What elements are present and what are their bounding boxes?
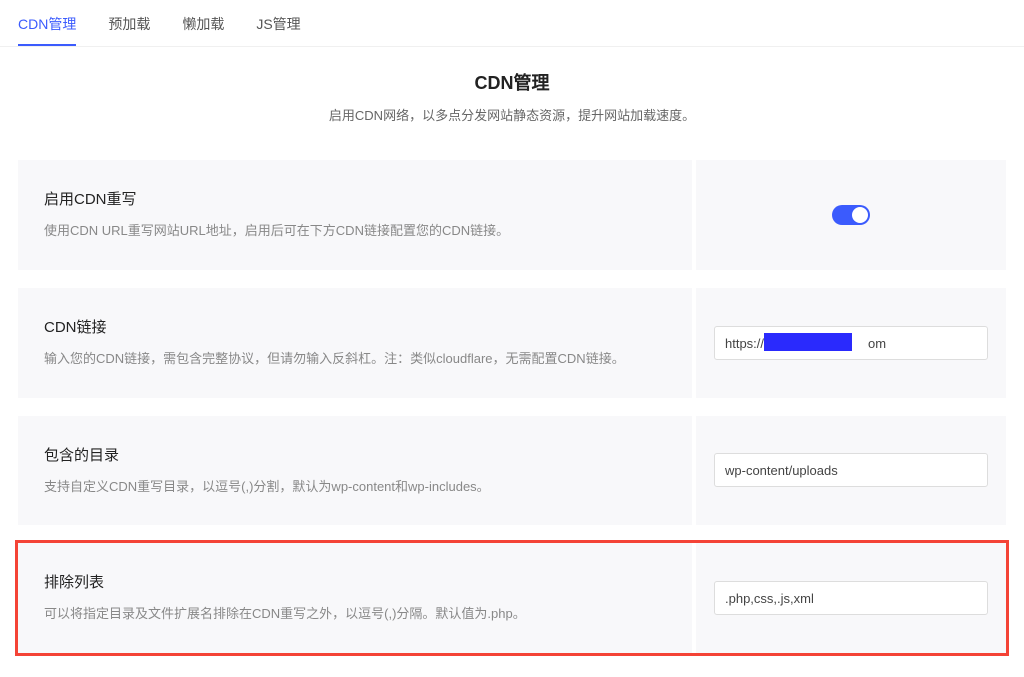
page-desc: 启用CDN网络，以多点分发网站静态资源，提升网站加载速度。 <box>0 105 1024 124</box>
include-dirs-desc: 支持自定义CDN重写目录，以逗号(,)分割，默认为wp-content和wp-i… <box>44 477 666 498</box>
row-left: 启用CDN重写 使用CDN URL重写网站URL地址，启用后可在下方CDN链接配… <box>18 160 692 270</box>
row-right <box>696 416 1006 526</box>
row-include-dirs: 包含的目录 支持自定义CDN重写目录，以逗号(,)分割，默认为wp-conten… <box>18 416 1006 526</box>
cdn-rewrite-desc: 使用CDN URL重写网站URL地址，启用后可在下方CDN链接配置您的CDN链接… <box>44 221 666 242</box>
row-left: 排除列表 可以将指定目录及文件扩展名排除在CDN重写之外，以逗号(,)分隔。默认… <box>18 543 692 653</box>
redacted-block <box>764 333 852 351</box>
row-right <box>696 160 1006 270</box>
row-right <box>696 288 1006 398</box>
row-left: 包含的目录 支持自定义CDN重写目录，以逗号(,)分割，默认为wp-conten… <box>18 416 692 526</box>
page-header: CDN管理 启用CDN网络，以多点分发网站静态资源，提升网站加载速度。 <box>0 47 1024 132</box>
row-right <box>696 543 1006 653</box>
row-exclude-list: 排除列表 可以将指定目录及文件扩展名排除在CDN重写之外，以逗号(,)分隔。默认… <box>18 543 1006 653</box>
tab-js[interactable]: JS管理 <box>256 14 300 46</box>
cdn-link-input-wrap <box>714 326 988 360</box>
exclude-list-title: 排除列表 <box>44 571 666 592</box>
cdn-rewrite-toggle[interactable] <box>832 205 870 225</box>
cdn-rewrite-title: 启用CDN重写 <box>44 188 666 209</box>
cdn-link-title: CDN链接 <box>44 316 666 337</box>
tab-lazyload[interactable]: 懒加载 <box>182 14 224 46</box>
row-cdn-rewrite: 启用CDN重写 使用CDN URL重写网站URL地址，启用后可在下方CDN链接配… <box>18 160 1006 270</box>
cdn-link-desc: 输入您的CDN链接，需包含完整协议，但请勿输入反斜杠。注：类似cloudflar… <box>44 349 666 370</box>
toggle-knob <box>852 207 868 223</box>
tab-bar: CDN管理 预加载 懒加载 JS管理 <box>0 0 1024 47</box>
row-left: CDN链接 输入您的CDN链接，需包含完整协议，但请勿输入反斜杠。注：类似clo… <box>18 288 692 398</box>
tab-preload[interactable]: 预加载 <box>108 14 150 46</box>
exclude-list-input[interactable] <box>714 581 988 615</box>
include-dirs-title: 包含的目录 <box>44 444 666 465</box>
exclude-list-desc: 可以将指定目录及文件扩展名排除在CDN重写之外，以逗号(,)分隔。默认值为.ph… <box>44 604 666 625</box>
page-title: CDN管理 <box>0 69 1024 95</box>
include-dirs-input[interactable] <box>714 453 988 487</box>
tab-cdn[interactable]: CDN管理 <box>18 14 76 46</box>
row-cdn-link: CDN链接 输入您的CDN链接，需包含完整协议，但请勿输入反斜杠。注：类似clo… <box>18 288 1006 398</box>
